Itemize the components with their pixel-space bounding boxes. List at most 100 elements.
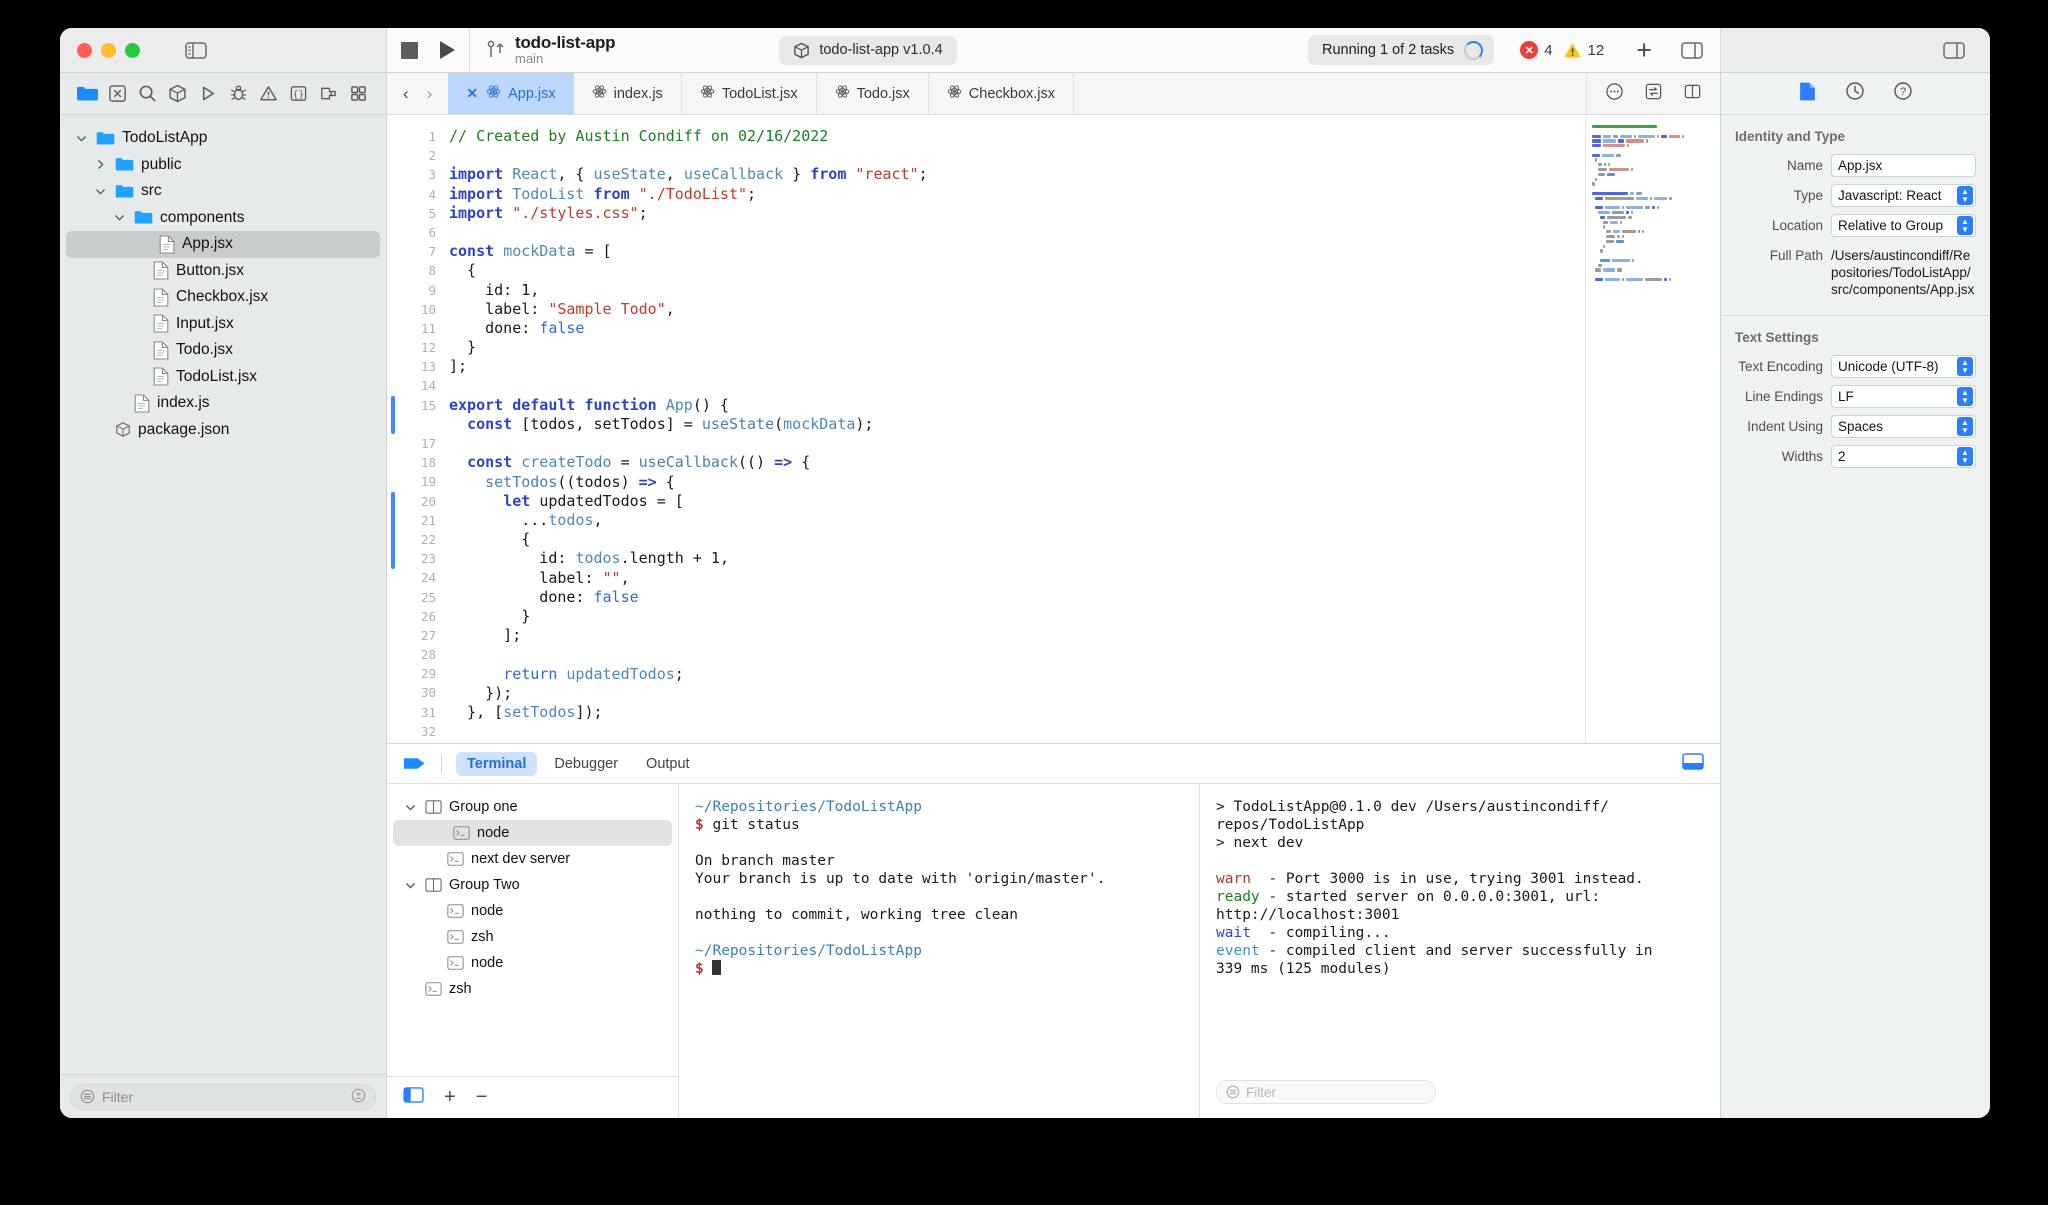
remove-terminal-icon[interactable]: − xyxy=(476,1086,488,1109)
chevron-right-icon[interactable] xyxy=(93,159,108,170)
tree-file-button-jsx[interactable]: Button.jsx xyxy=(60,258,386,285)
code-content[interactable]: // Created by Austin Condiff on 02/16/20… xyxy=(449,115,1585,743)
split-swap-icon[interactable] xyxy=(1644,82,1663,106)
navigator-filter-input[interactable]: Filter xyxy=(70,1083,376,1110)
traffic-lights[interactable] xyxy=(77,42,140,58)
terminal-output-right[interactable]: > TodoListApp@0.1.0 dev /Users/austincon… xyxy=(1200,784,1720,1118)
more-options-icon[interactable] xyxy=(1605,82,1624,106)
filter-options-icon[interactable] xyxy=(351,1088,366,1106)
code-minimap[interactable] xyxy=(1585,115,1720,743)
chevron-down-icon[interactable] xyxy=(112,212,127,223)
inspector-select-widths[interactable]: 2 ▲ ▼ xyxy=(1831,445,1976,468)
warning-triangle-icon[interactable] xyxy=(256,82,280,106)
version-pill[interactable]: todo-list-app v1.0.4 xyxy=(779,35,957,65)
chevron-updown-icon[interactable]: ▲ ▼ xyxy=(1957,186,1973,205)
terminal-group-group-two[interactable]: Group Two xyxy=(387,872,678,898)
extension-icon[interactable] xyxy=(317,82,341,106)
terminal-session-zsh[interactable]: zsh xyxy=(387,924,678,950)
inspector-select-type[interactable]: Javascript: React ▲ ▼ xyxy=(1831,184,1976,207)
terminal-tab-terminal[interactable]: Terminal xyxy=(456,751,538,776)
project-branch-block[interactable]: todo-list-app main xyxy=(482,33,616,67)
chevron-down-icon[interactable] xyxy=(403,802,418,813)
error-badge[interactable]: ✕ 4 xyxy=(1520,41,1553,59)
panel-toggle-icon[interactable] xyxy=(403,1086,424,1109)
tree-file-app-jsx[interactable]: App.jsx xyxy=(66,231,380,258)
source-code[interactable]: // Created by Austin Condiff on 02/16/20… xyxy=(449,127,1585,743)
code-editor[interactable]: 1 2 3 4 5 6 7 8 9 10 11 12 13 14 15 17 18 19 20 21 22 23 24 25 2… xyxy=(387,115,1720,743)
play-icon[interactable] xyxy=(196,82,220,106)
terminal-tab-debugger[interactable]: Debugger xyxy=(543,752,629,776)
history-inspector-icon[interactable] xyxy=(1845,81,1865,106)
chevron-down-icon[interactable] xyxy=(403,880,418,891)
task-status-pill[interactable]: Running 1 of 2 tasks xyxy=(1307,35,1495,65)
warning-badge[interactable]: 12 xyxy=(1563,41,1604,60)
tree-file-package-json[interactable]: package.json xyxy=(60,417,386,444)
terminal-session-node[interactable]: node xyxy=(393,820,672,846)
file-inspector-icon[interactable] xyxy=(1798,81,1817,107)
inspector-select-line-endings[interactable]: LF ▲ ▼ xyxy=(1831,385,1976,408)
terminal-output-left[interactable]: ~/Repositories/TodoListApp $ git status … xyxy=(679,784,1200,1118)
terminal-filter-input[interactable]: Filter xyxy=(1216,1080,1436,1104)
tree-folder-src[interactable]: src xyxy=(60,178,386,205)
chevron-updown-icon[interactable]: ▲ ▼ xyxy=(1957,447,1973,466)
minimize-window-button[interactable] xyxy=(101,42,116,58)
tag-icon[interactable] xyxy=(403,756,427,771)
editor-tab-todo-jsx[interactable]: Todo.jsx xyxy=(817,73,929,114)
chevron-right-icon[interactable]: › xyxy=(427,84,433,104)
terminal-tabs[interactable]: Terminal Debugger Output xyxy=(456,751,701,776)
grid-icon[interactable] xyxy=(347,82,371,106)
tree-file-checkbox-jsx[interactable]: Checkbox.jsx xyxy=(60,284,386,311)
inspector-select-text-encoding[interactable]: Unicode (UTF-8) ▲ ▼ xyxy=(1831,355,1976,378)
terminal-session-list[interactable]: Group one node next dev server Group Two nod… xyxy=(387,784,678,1076)
chevron-down-icon[interactable] xyxy=(93,186,108,197)
tree-folder-components[interactable]: components xyxy=(60,205,386,232)
editor-tab-todolist-jsx[interactable]: TodoList.jsx xyxy=(682,73,817,114)
add-button[interactable]: + xyxy=(1636,36,1652,64)
chevron-down-icon[interactable] xyxy=(74,133,89,144)
split-editor-icon[interactable] xyxy=(1683,82,1702,106)
chevron-updown-icon[interactable]: ▲ ▼ xyxy=(1957,417,1973,436)
editor-tab-index-js[interactable]: index.js xyxy=(574,73,682,114)
terminal-session-node[interactable]: node xyxy=(387,950,678,976)
chevron-updown-icon[interactable]: ▲ ▼ xyxy=(1957,216,1973,235)
terminal-group-group-one[interactable]: Group one xyxy=(387,794,678,820)
inspector-select-indent-using[interactable]: Spaces ▲ ▼ xyxy=(1831,415,1976,438)
close-tab-icon[interactable]: ✕ xyxy=(466,85,478,102)
package-icon[interactable] xyxy=(166,82,190,106)
tree-file-todolist-jsx[interactable]: TodoList.jsx xyxy=(60,364,386,391)
terminal-tab-output[interactable]: Output xyxy=(635,752,701,776)
sidebar-right-icon[interactable] xyxy=(1678,37,1706,63)
tree-folder-public[interactable]: public xyxy=(60,152,386,179)
inspector-toggle-icon[interactable] xyxy=(1940,37,1968,63)
quick-help-icon[interactable]: ? xyxy=(1893,81,1913,106)
editor-tab-checkbox-jsx[interactable]: Checkbox.jsx xyxy=(929,73,1075,114)
debug-bug-icon[interactable] xyxy=(226,82,250,106)
search-icon[interactable] xyxy=(135,82,159,106)
tree-file-todo-jsx[interactable]: Todo.jsx xyxy=(60,337,386,364)
tree-folder-todolistapp[interactable]: TodoListApp xyxy=(60,125,386,152)
terminal-session-node[interactable]: node xyxy=(387,898,678,924)
inspector-select-location[interactable]: Relative to Group ▲ ▼ xyxy=(1831,214,1976,237)
play-icon[interactable] xyxy=(440,41,455,59)
chevron-updown-icon[interactable]: ▲ ▼ xyxy=(1957,357,1973,376)
tree-file-index-js[interactable]: index.js xyxy=(60,390,386,417)
panel-maximize-icon[interactable] xyxy=(1682,752,1704,775)
braces-icon[interactable]: {} xyxy=(286,82,310,106)
editor-tabs[interactable]: ✕ App.jsx index.js TodoList.jsx Todo.jsx Chec… xyxy=(448,73,1586,114)
folder-icon[interactable] xyxy=(75,82,99,106)
source-control-icon[interactable] xyxy=(105,82,129,106)
editor-tab-app-jsx[interactable]: ✕ App.jsx xyxy=(448,73,574,114)
chevron-left-icon[interactable]: ‹ xyxy=(403,84,409,104)
add-terminal-icon[interactable]: + xyxy=(444,1086,456,1109)
project-file-tree[interactable]: TodoListApp public src components App.jsx But… xyxy=(60,115,386,1074)
inspector-input-name[interactable]: App.jsx xyxy=(1831,154,1976,177)
sidebar-left-icon[interactable] xyxy=(182,37,210,63)
terminal-session-zsh[interactable]: zsh xyxy=(387,976,678,1002)
terminal-session-next-dev-server[interactable]: next dev server xyxy=(387,846,678,872)
zoom-window-button[interactable] xyxy=(125,42,140,58)
chevron-updown-icon[interactable]: ▲ ▼ xyxy=(1957,387,1973,406)
stop-icon[interactable] xyxy=(401,41,418,59)
minimap-token xyxy=(1638,230,1641,234)
tree-file-input-jsx[interactable]: Input.jsx xyxy=(60,311,386,338)
close-window-button[interactable] xyxy=(77,42,92,58)
